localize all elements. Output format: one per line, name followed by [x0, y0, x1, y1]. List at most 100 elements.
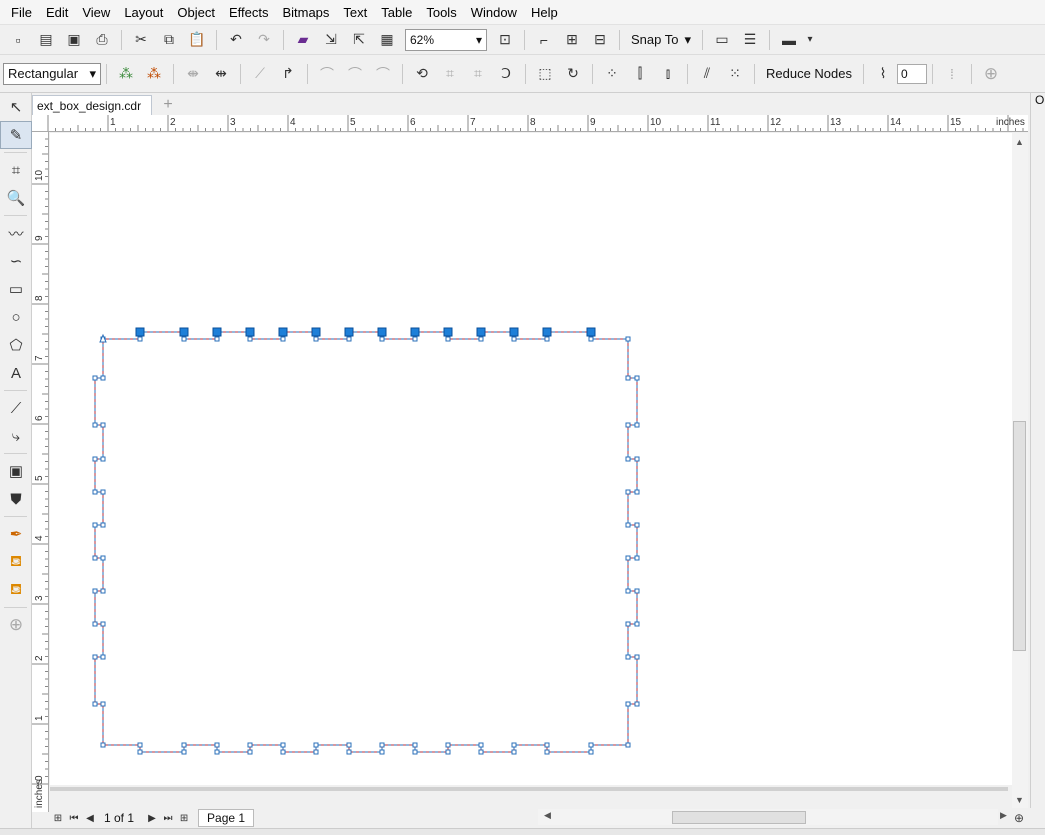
crop-tool-icon[interactable]: ⌗: [0, 156, 32, 184]
scroll-up-icon[interactable]: ▲: [1015, 137, 1024, 147]
print-icon[interactable]: ⎙: [90, 29, 114, 51]
curve-node[interactable]: [625, 422, 631, 428]
selected-node[interactable]: [344, 327, 354, 337]
curve-node[interactable]: [625, 654, 631, 660]
previous-page-icon[interactable]: ◀: [82, 810, 98, 826]
curve-node[interactable]: [379, 336, 385, 342]
add-tool-icon[interactable]: ⊕: [0, 611, 32, 639]
to-curve-icon[interactable]: ↱: [276, 63, 300, 85]
next-page-icon[interactable]: ▶: [144, 810, 160, 826]
menu-view[interactable]: View: [75, 5, 117, 20]
add-tab-icon[interactable]: +: [158, 95, 178, 115]
application-launcher-icon[interactable]: ▬: [777, 29, 801, 51]
zoom-tool-icon[interactable]: 🔍: [0, 184, 32, 212]
first-page-icon[interactable]: ⏮: [66, 810, 82, 826]
select-all-nodes-icon[interactable]: ⁙: [723, 63, 747, 85]
break-curve-icon[interactable]: ⇹: [209, 63, 233, 85]
curve-node[interactable]: [634, 489, 640, 495]
menu-text[interactable]: Text: [336, 5, 374, 20]
curve-node[interactable]: [588, 742, 594, 748]
curve-node[interactable]: [588, 749, 594, 755]
curve-node[interactable]: [137, 742, 143, 748]
add-toolbar-item-icon[interactable]: ⊕: [979, 63, 1003, 85]
curve-node[interactable]: [214, 749, 220, 755]
curve-node[interactable]: [625, 456, 631, 462]
undo-icon[interactable]: ↶: [224, 29, 248, 51]
drawing-canvas[interactable]: [50, 133, 1012, 785]
redo-icon[interactable]: ↷: [252, 29, 276, 51]
curve-node[interactable]: [313, 749, 319, 755]
curve-node[interactable]: [478, 336, 484, 342]
menu-file[interactable]: File: [4, 5, 39, 20]
open-icon[interactable]: ▤: [34, 29, 58, 51]
close-curve-icon[interactable]: Ↄ: [494, 63, 518, 85]
curve-smoothness-input[interactable]: 0: [897, 63, 927, 84]
curve-node[interactable]: [634, 522, 640, 528]
menu-help[interactable]: Help: [524, 5, 565, 20]
reverse-direction-icon[interactable]: ⟲: [410, 63, 434, 85]
selected-node[interactable]: [509, 327, 519, 337]
extend-curve-icon[interactable]: ⌗: [438, 63, 462, 85]
join-nodes-icon[interactable]: ⇼: [181, 63, 205, 85]
selected-node[interactable]: [179, 327, 189, 337]
curve-node[interactable]: [280, 749, 286, 755]
curve-node[interactable]: [92, 375, 98, 381]
polygon-tool-icon[interactable]: ⬠: [0, 331, 32, 359]
curve-node[interactable]: [625, 522, 631, 528]
curve-node[interactable]: [511, 742, 517, 748]
options-icon[interactable]: ☰: [738, 29, 762, 51]
eyedropper-tool-icon[interactable]: ✒: [0, 520, 32, 548]
curve-node[interactable]: [247, 749, 253, 755]
cusp-node-icon[interactable]: ⌒: [315, 63, 339, 85]
dimension-tool-icon[interactable]: ⟋: [0, 394, 32, 422]
horizontal-ruler[interactable]: 1 2 3 4 5 6 7 8 9 10 11 12 13 14 15 inches: [32, 115, 1028, 132]
mirror-vertical-icon[interactable]: ⫾: [656, 63, 680, 85]
scroll-down-icon[interactable]: ▼: [1015, 795, 1024, 805]
curve-node[interactable]: [544, 336, 550, 342]
interactive-fill-tool-icon[interactable]: ⛾: [0, 548, 32, 576]
curve-node[interactable]: [92, 701, 98, 707]
curve-node[interactable]: [634, 654, 640, 660]
node-grid-icon[interactable]: ⁞: [940, 63, 964, 85]
menu-effects[interactable]: Effects: [222, 5, 276, 20]
zoom-navigator-icon[interactable]: ⊕: [1014, 811, 1024, 825]
curve-node[interactable]: [634, 422, 640, 428]
curve-node[interactable]: [634, 701, 640, 707]
page-tab[interactable]: Page 1: [198, 809, 255, 827]
curve-node[interactable]: [92, 422, 98, 428]
curve-node[interactable]: [625, 336, 631, 342]
selected-node[interactable]: [542, 327, 552, 337]
transparency-tool-icon[interactable]: ⛊: [0, 485, 32, 513]
curve-node[interactable]: [445, 336, 451, 342]
selected-node[interactable]: [278, 327, 288, 337]
menu-table[interactable]: Table: [374, 5, 419, 20]
curve-node[interactable]: [92, 522, 98, 528]
curve-node[interactable]: [100, 654, 106, 660]
curve-node[interactable]: [214, 742, 220, 748]
curve-node[interactable]: [247, 336, 253, 342]
text-tool-icon[interactable]: A: [0, 359, 32, 387]
selected-node[interactable]: [443, 327, 453, 337]
curve-node[interactable]: [478, 742, 484, 748]
document-tab[interactable]: ext_box_design.cdr: [32, 95, 153, 115]
curve-node[interactable]: [634, 588, 640, 594]
paste-icon[interactable]: 📋: [185, 29, 209, 51]
curve-node[interactable]: [214, 336, 220, 342]
curve-node[interactable]: [346, 749, 352, 755]
shape-tool-icon[interactable]: ✎: [0, 121, 32, 149]
shape-outline[interactable]: [94, 331, 638, 753]
curve-node[interactable]: [100, 701, 106, 707]
zoom-fit-icon[interactable]: ⊡: [493, 29, 517, 51]
curve-node[interactable]: [92, 456, 98, 462]
curve-node[interactable]: [181, 742, 187, 748]
curve-node[interactable]: [346, 336, 352, 342]
selected-curve-shape[interactable]: [50, 133, 1012, 785]
curve-node[interactable]: [412, 336, 418, 342]
curve-node[interactable]: [100, 555, 106, 561]
curve-node[interactable]: [625, 489, 631, 495]
curve-node[interactable]: [92, 621, 98, 627]
chevron-down-icon[interactable]: ▾: [805, 29, 815, 51]
selected-node[interactable]: [311, 327, 321, 337]
artistic-media-tool-icon[interactable]: ∽: [0, 247, 32, 275]
selected-node[interactable]: [377, 327, 387, 337]
